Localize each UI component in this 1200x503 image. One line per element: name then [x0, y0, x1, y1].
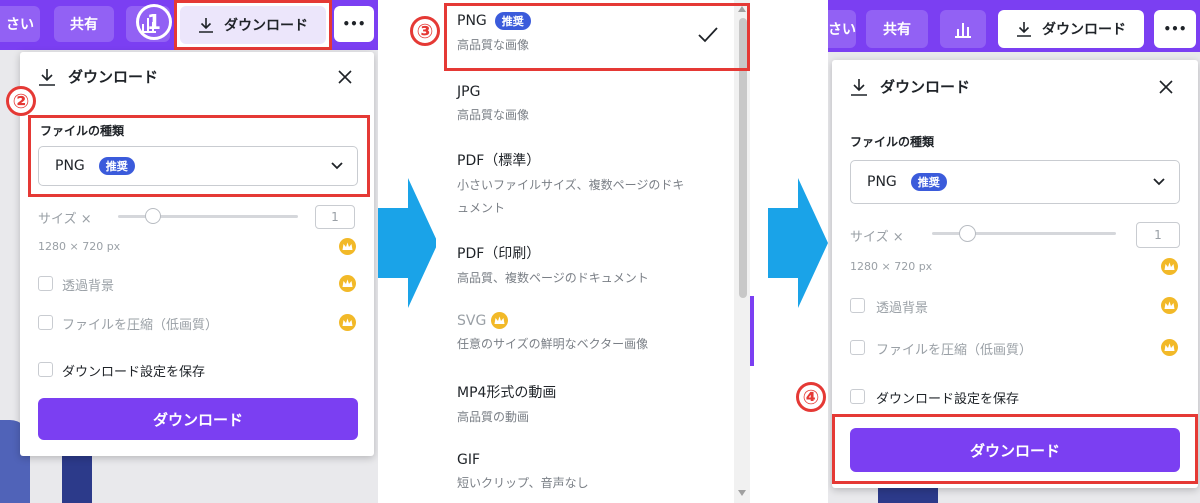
download-icon: [1017, 22, 1031, 37]
download-button[interactable]: ダウンロード: [38, 398, 358, 440]
insights-button[interactable]: [940, 10, 986, 48]
step2-marker: ②: [6, 86, 36, 116]
arrow-right-icon: [768, 178, 828, 308]
chevron-down-icon: [331, 162, 343, 170]
transparent-checkbox[interactable]: [38, 276, 53, 291]
transparent-label: 透過背景: [62, 279, 115, 294]
chart-icon: [955, 23, 971, 38]
panel-title: ダウンロード: [880, 78, 971, 96]
save-settings-checkbox[interactable]: [38, 362, 53, 377]
recommended-badge: 推奨: [910, 173, 947, 191]
file-type-select[interactable]: PNG 推奨: [38, 146, 358, 186]
panel-3: さい 共有 ダウンロード ••• ダウンロード ファイルの種類 PNG 推奨 サ…: [828, 0, 1200, 503]
size-input[interactable]: 1: [315, 205, 355, 229]
premium-crown-icon: [339, 275, 356, 292]
share-button[interactable]: 共有: [866, 10, 928, 48]
download-panel: [20, 52, 374, 456]
panel-title: ダウンロード: [68, 68, 159, 86]
size-label: サイズ ×: [850, 230, 904, 245]
format-item-png[interactable]: PNG 推奨 高品質な画像: [457, 12, 737, 62]
check-icon: [698, 27, 718, 43]
toolbar-partial-button[interactable]: さい: [828, 10, 856, 48]
format-item-jpg[interactable]: JPG 高品質な画像: [457, 84, 727, 123]
compress-label: ファイルを圧縮（低画質）: [876, 343, 1033, 358]
premium-crown-icon: [491, 312, 509, 329]
arrow-right-icon: [378, 178, 438, 308]
download-icon: [851, 79, 867, 96]
size-slider-handle[interactable]: [959, 225, 976, 242]
download-toolbar-button[interactable]: ダウンロード: [998, 10, 1144, 48]
step3-marker: ③: [410, 16, 440, 46]
dimensions-text: 1280 × 720 px: [38, 240, 121, 253]
save-settings-label: ダウンロード設定を保存: [62, 365, 206, 380]
canvas-figure: [62, 455, 92, 503]
chevron-down-icon: [1153, 178, 1165, 186]
compress-label: ファイルを圧縮（低画質）: [62, 318, 219, 333]
compress-checkbox[interactable]: [38, 315, 53, 330]
download-icon: [199, 18, 213, 33]
format-item-gif[interactable]: GIF 短いクリップ、音声なし: [457, 452, 732, 491]
size-slider-handle[interactable]: [145, 208, 161, 224]
size-label: サイズ ×: [38, 212, 92, 227]
premium-crown-icon: [1161, 258, 1178, 275]
premium-crown-icon: [1161, 339, 1178, 356]
step1-marker: 1: [136, 4, 172, 40]
download-toolbar-button[interactable]: ダウンロード: [174, 0, 332, 50]
step4-marker-visible: ④: [796, 382, 826, 412]
format-item-pdf-print[interactable]: PDF（印刷） 高品質、複数ページのドキュメント: [457, 243, 732, 286]
dimensions-text: 1280 × 720 px: [850, 260, 933, 273]
file-type-label: ファイルの種類: [40, 124, 125, 138]
panel-1: さい 共有 1 ダウンロード ••• ダウンロード ② ファイルの種類 PNG …: [0, 0, 378, 503]
format-item-pdf-standard[interactable]: PDF（標準） 小さいファイルサイズ、複数ページのドキ ュメント: [457, 150, 732, 216]
premium-crown-icon: [339, 238, 356, 255]
recommended-badge: 推奨: [494, 12, 531, 30]
close-icon[interactable]: [1158, 79, 1174, 95]
file-type-select[interactable]: PNG 推奨: [850, 160, 1180, 204]
more-button[interactable]: •••: [1154, 10, 1196, 48]
save-settings-checkbox[interactable]: [850, 389, 865, 404]
download-button[interactable]: ダウンロード: [850, 428, 1180, 472]
format-item-svg[interactable]: SVG 任意のサイズの鮮明なベクター画像: [457, 312, 732, 352]
recommended-badge: 推奨: [98, 157, 135, 175]
share-button[interactable]: 共有: [54, 6, 114, 42]
compress-checkbox[interactable]: [850, 340, 865, 355]
download-icon: [39, 69, 55, 86]
more-button[interactable]: •••: [334, 6, 374, 42]
transparent-checkbox[interactable]: [850, 298, 865, 313]
premium-crown-icon: [339, 314, 356, 331]
purple-edge: [750, 296, 754, 366]
save-settings-label: ダウンロード設定を保存: [876, 392, 1020, 407]
size-input[interactable]: 1: [1136, 222, 1180, 248]
panel-2: PNG 推奨 高品質な画像 JPG 高品質な画像 PDF（標準） 小さいファイル…: [436, 0, 754, 503]
transparent-label: 透過背景: [876, 301, 929, 316]
premium-crown-icon: [1161, 297, 1178, 314]
format-item-mp4[interactable]: MP4形式の動画 高品質の動画: [457, 382, 732, 425]
file-type-label: ファイルの種類: [850, 135, 935, 149]
close-icon[interactable]: [337, 69, 353, 85]
scroll-down-arrow[interactable]: [738, 490, 746, 496]
toolbar-partial-button[interactable]: さい: [0, 6, 40, 42]
